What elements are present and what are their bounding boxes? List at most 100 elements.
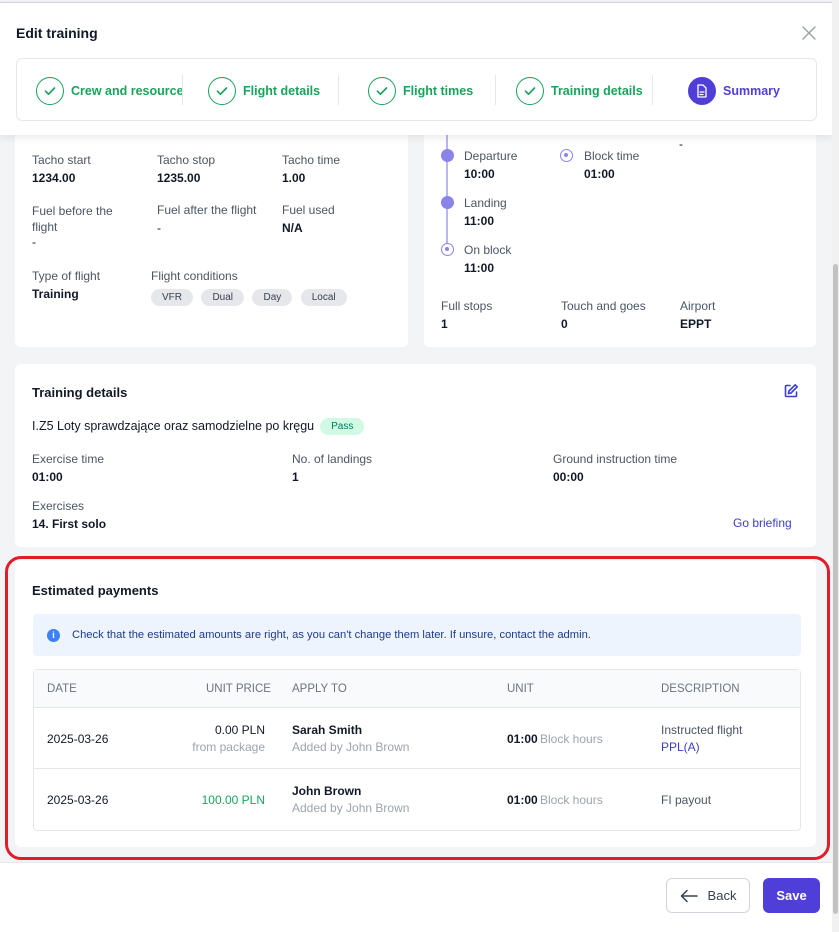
tacho-start-label: Tacho start xyxy=(32,153,91,167)
close-icon[interactable] xyxy=(800,24,818,42)
step-training-details[interactable]: Training details xyxy=(516,59,643,122)
tacho-start-value: 1234.00 xyxy=(32,171,76,185)
modal-title: Edit training xyxy=(16,25,98,41)
step-label: Summary xyxy=(723,83,780,98)
step-divider xyxy=(338,75,339,105)
training-details-card: Training details I.Z5 Loty sprawdzające … xyxy=(15,364,816,547)
row-added-by: Added by John Brown xyxy=(292,740,410,754)
go-briefing-link[interactable]: Go briefing xyxy=(733,516,792,530)
on-block-dot xyxy=(441,243,454,256)
flight-conditions-tags: VFR Dual Day Local xyxy=(151,287,351,306)
scrollbar-thumb[interactable] xyxy=(833,264,838,914)
step-label: Training details xyxy=(551,83,643,98)
row-description: FI payout xyxy=(661,793,712,807)
airport-label: Airport xyxy=(680,299,716,313)
step-crew-and-resource[interactable]: Crew and resource xyxy=(36,59,184,122)
tacho-time-field: Tacho time 1.00 xyxy=(282,153,340,185)
fuel-used-field: Fuel used N/A xyxy=(282,203,335,235)
col-apply-to: APPLY TO xyxy=(292,683,347,695)
tacho-stop-label: Tacho stop xyxy=(157,153,216,167)
touch-and-goes-field: Touch and goes 0 xyxy=(561,299,646,331)
row-price: 100.00 PLN xyxy=(201,793,265,807)
step-flight-details[interactable]: Flight details xyxy=(208,59,320,122)
row-description-link[interactable]: PPL(A) xyxy=(661,740,700,754)
full-stops-label: Full stops xyxy=(441,299,493,313)
airport-value: EPPT xyxy=(680,317,712,331)
row-unit-value: 01:00 xyxy=(507,793,538,807)
back-button[interactable]: Back xyxy=(666,878,750,913)
document-icon xyxy=(688,76,716,105)
departure-label: Departure xyxy=(464,149,518,163)
vertical-scrollbar[interactable] xyxy=(832,0,839,932)
flight-times-card: - Departure 10:00 Block time 01:00 Landi… xyxy=(424,120,816,347)
table-row: 2025-03-26 0.00 PLN from package Sarah S… xyxy=(34,708,800,769)
flight-info-card: Tacho start 1234.00 Tacho stop 1235.00 T… xyxy=(15,120,408,347)
step-label: Crew and resource xyxy=(71,83,184,98)
ground-time-value: 00:00 xyxy=(553,470,584,484)
tacho-time-value: 1.00 xyxy=(282,171,306,185)
row-date: 2025-03-26 xyxy=(47,732,109,746)
estimated-payments-card: Estimated payments i Check that the esti… xyxy=(15,560,816,847)
exercise-time-value: 01:00 xyxy=(32,470,63,484)
info-text: Check that the estimated amounts are rig… xyxy=(72,629,591,641)
departure-value: 10:00 xyxy=(464,167,495,181)
check-icon xyxy=(368,76,396,105)
block-time-value: 01:00 xyxy=(584,167,615,181)
check-icon xyxy=(36,76,64,105)
departure-field: Departure 10:00 xyxy=(464,149,517,181)
type-of-flight-field: Type of flight Training xyxy=(32,269,100,301)
tacho-start-field: Tacho start 1234.00 xyxy=(32,153,91,185)
landing-field: Landing 11:00 xyxy=(464,196,507,228)
table-header: DATE UNIT PRICE APPLY TO UNIT DESCRIPTIO… xyxy=(34,670,800,708)
info-icon: i xyxy=(47,628,60,642)
row-added-by: Added by John Brown xyxy=(292,801,410,815)
step-flight-times[interactable]: Flight times xyxy=(368,59,473,122)
on-block-field: On block 11:00 xyxy=(464,243,511,275)
landing-value: 11:00 xyxy=(464,214,495,228)
step-summary[interactable]: Summary xyxy=(688,59,780,122)
condition-tag: Day xyxy=(252,289,293,306)
on-block-value: 11:00 xyxy=(464,261,495,275)
col-date: DATE xyxy=(47,683,77,695)
row-person: John Brown xyxy=(292,784,362,798)
result-badge: Pass xyxy=(320,418,365,435)
check-icon xyxy=(516,76,544,105)
landings-field: No. of landings 1 xyxy=(292,452,372,484)
step-label: Flight times xyxy=(403,83,474,98)
full-stops-field: Full stops 1 xyxy=(441,299,492,331)
col-unit: UNIT xyxy=(507,683,534,695)
info-banner: i Check that the estimated amounts are r… xyxy=(33,614,801,656)
fuel-after-label: Fuel after the flight xyxy=(157,203,257,217)
condition-tag: VFR xyxy=(151,289,193,306)
ground-time-label: Ground instruction time xyxy=(553,452,678,466)
step-label: Flight details xyxy=(243,83,321,98)
payments-title: Estimated payments xyxy=(32,583,159,598)
fuel-used-label: Fuel used xyxy=(282,203,335,217)
modal-footer: Back Save xyxy=(0,862,832,932)
col-unit-price: UNIT PRICE xyxy=(206,683,271,695)
touch-and-goes-label: Touch and goes xyxy=(561,299,646,313)
fuel-after-value: - xyxy=(157,221,161,235)
on-block-label: On block xyxy=(464,243,512,257)
condition-tag: Local xyxy=(300,289,347,306)
row-unit-value: 01:00 xyxy=(507,732,538,746)
exercise-time-label: Exercise time xyxy=(32,452,105,466)
edit-icon[interactable] xyxy=(783,383,799,399)
save-button[interactable]: Save xyxy=(763,878,820,913)
fuel-before-value: - xyxy=(32,235,36,249)
exercises-value: 14. First solo xyxy=(32,517,107,531)
flight-conditions-label: Flight conditions xyxy=(151,269,238,283)
modal-scroll-area[interactable]: Tacho start 1234.00 Tacho stop 1235.00 T… xyxy=(0,0,832,932)
lesson-line: I.Z5 Loty sprawdzające oraz samodzielne … xyxy=(32,418,365,435)
training-details-title: Training details xyxy=(32,385,128,400)
condition-tag: Dual xyxy=(201,289,245,306)
arrow-left-icon xyxy=(680,889,698,903)
row-description: Instructed flight xyxy=(661,723,743,737)
tacho-time-label: Tacho time xyxy=(282,153,341,167)
landings-label: No. of landings xyxy=(292,452,373,466)
row-unit-label: Block hours xyxy=(540,732,603,746)
type-of-flight-value: Training xyxy=(32,287,79,301)
table-row: 2025-03-26 100.00 PLN John Brown Added b… xyxy=(34,769,800,830)
exercises-field: Exercises 14. First solo xyxy=(32,499,106,531)
airport-field: Airport EPPT xyxy=(680,299,715,331)
